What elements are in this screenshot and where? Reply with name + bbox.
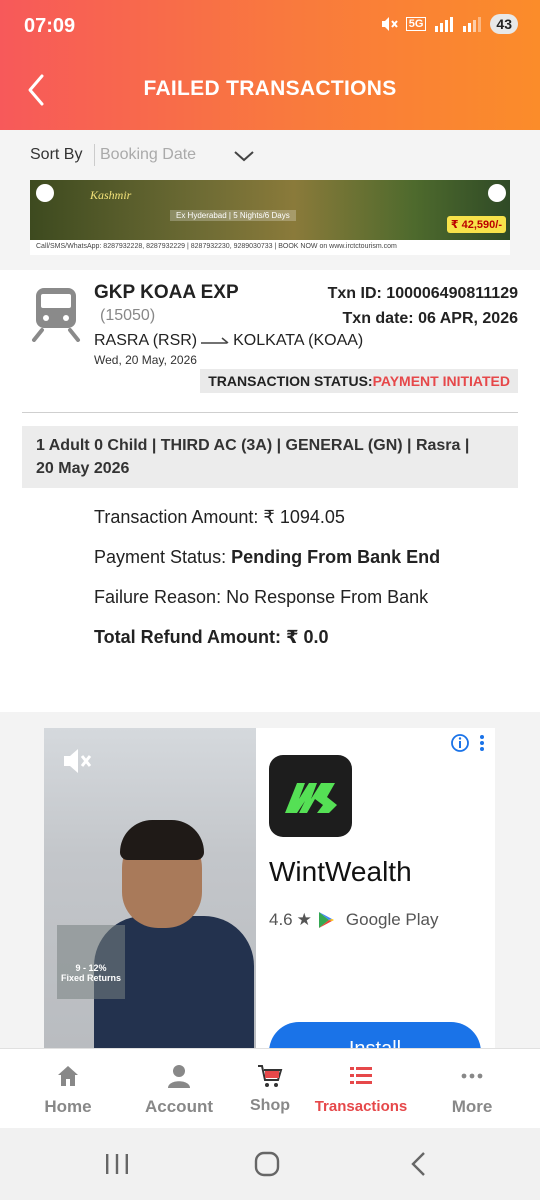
refund-amount-value: ₹ 0.0 <box>285 627 329 647</box>
more-dots-icon <box>461 1073 483 1079</box>
ad-info-icon[interactable] <box>451 734 469 752</box>
status-value: PAYMENT INITIATED <box>372 373 510 389</box>
system-back-icon[interactable] <box>404 1150 434 1178</box>
banner-brand: Kashmir <box>90 188 132 202</box>
list-icon <box>350 1067 372 1084</box>
star-icon: ★ <box>296 910 312 929</box>
passenger-summary: 1 Adult 0 Child | THIRD AC (3A) | GENERA… <box>22 426 518 488</box>
failure-reason-value: No Response From Bank <box>226 587 429 607</box>
failure-reason-row: Failure Reason: No Response From Bank <box>94 587 428 608</box>
partner-logo <box>488 184 506 202</box>
from-station: RASRA (RSR) <box>94 332 198 349</box>
bottom-navigation: Home Account Shop Transactions More <box>0 1048 540 1128</box>
status-icons: 5G 43 <box>380 14 518 34</box>
nav-shop[interactable]: Shop <box>220 1049 320 1129</box>
sort-by-label: Sort By <box>30 146 83 163</box>
arrow-right-icon <box>201 337 229 344</box>
home-button-icon[interactable] <box>252 1150 282 1178</box>
payment-status-row: Payment Status: Pending From Bank End <box>94 547 440 568</box>
sort-dropdown[interactable]: Booking Date <box>100 146 196 164</box>
train-icon <box>32 288 80 342</box>
sort-section: Sort By Booking Date Kashmir Ex Hyderaba… <box>0 130 540 270</box>
nav-home-label: Home <box>44 1097 92 1116</box>
mute-status-icon <box>381 17 398 31</box>
transaction-id: Txn ID: 100006490811129 <box>327 285 518 302</box>
transaction-card[interactable]: GKP KOAA EXP (15050) Txn ID: 10000649081… <box>0 270 540 712</box>
passenger-line-1: 1 Adult 0 Child | THIRD AC (3A) | GENERA… <box>36 437 470 454</box>
presenter-hair <box>120 820 204 860</box>
train-name: GKP KOAA EXP <box>94 282 239 303</box>
google-play-icon <box>318 912 334 928</box>
app-header: FAILED TRANSACTIONS <box>0 52 540 130</box>
cart-icon <box>258 1065 283 1087</box>
failure-reason-label: Failure Reason: <box>94 587 227 607</box>
rating-value: 4.6 <box>269 910 293 929</box>
refund-amount-row: Total Refund Amount: ₹ 0.0 <box>94 627 329 648</box>
transaction-amount-row: Transaction Amount: ₹ 1094.05 <box>94 507 345 528</box>
ad-section: 9 - 12% Fixed Returns WintWealth 4.6 ★ G… <box>0 712 540 1048</box>
banner-subtitle: Ex Hyderabad | 5 Nights/6 Days <box>170 210 296 221</box>
returns-overlay: 9 - 12% Fixed Returns <box>57 925 125 999</box>
system-navigation-bar <box>0 1128 540 1200</box>
journey-date: Wed, 20 May, 2026 <box>94 353 197 367</box>
nav-transactions-label: Transactions <box>314 1098 408 1115</box>
recent-apps-icon[interactable] <box>102 1150 132 1178</box>
ad-app-name: WintWealth <box>269 856 412 887</box>
page-title: FAILED TRANSACTIONS <box>143 77 397 100</box>
banner-footer: Call/SMS/WhatsApp: 8287932228, 828793222… <box>30 240 510 255</box>
status-bar: 07:09 5G 43 <box>0 0 540 52</box>
nav-more-label: More <box>451 1097 493 1116</box>
route: RASRA (RSR) KOLKATA (KOAA) <box>94 332 363 350</box>
tourism-logo <box>36 184 54 202</box>
clock: 07:09 <box>24 15 76 37</box>
ad-video[interactable]: 9 - 12% Fixed Returns <box>44 728 256 1048</box>
to-station: KOLKATA (KOAA) <box>233 332 364 349</box>
network-type-label: 5G <box>405 17 427 31</box>
payment-status-label: Payment Status: <box>94 547 232 567</box>
nav-account[interactable]: Account <box>129 1049 229 1129</box>
payment-status-value: Pending From Bank End <box>231 547 441 567</box>
ad-more-options-icon[interactable] <box>477 734 487 752</box>
nav-account-label: Account <box>145 1097 213 1116</box>
transaction-status-badge: TRANSACTION STATUS:PAYMENT INITIATED <box>200 369 518 393</box>
chevron-down-icon[interactable] <box>232 148 256 164</box>
sort-divider <box>94 144 95 166</box>
returns-caption: Fixed Returns <box>60 973 121 983</box>
banner-price: ₹ 42,590/- <box>446 216 506 233</box>
train-number: (15050) <box>100 307 156 324</box>
signal-icon <box>435 17 454 32</box>
battery-indicator: 43 <box>490 14 518 34</box>
nav-shop-label: Shop <box>250 1097 290 1114</box>
signal-icon-2 <box>463 17 482 32</box>
nav-home[interactable]: Home <box>18 1049 118 1129</box>
mute-icon[interactable] <box>60 744 94 778</box>
returns-rate: 9 - 12% <box>75 963 107 973</box>
divider <box>22 412 518 413</box>
home-icon <box>58 1066 78 1086</box>
transaction-amount-label: Transaction Amount: <box>94 507 264 527</box>
promo-banner[interactable]: Kashmir Ex Hyderabad | 5 Nights/6 Days ₹… <box>30 180 510 255</box>
account-icon <box>168 1065 190 1088</box>
nav-more[interactable]: More <box>422 1049 522 1129</box>
app-rating: 4.6 ★ Google Play <box>269 910 439 930</box>
transaction-date: Txn date: 06 APR, 2026 <box>342 310 518 327</box>
passenger-line-2: 20 May 2026 <box>36 460 130 477</box>
wintwealth-mark-icon <box>285 783 337 813</box>
install-button[interactable]: Install <box>269 1022 481 1048</box>
wintwealth-logo <box>269 755 352 837</box>
refund-amount-label: Total Refund Amount: <box>94 627 286 647</box>
nav-transactions[interactable]: Transactions <box>311 1049 411 1129</box>
transaction-amount-value: ₹ 1094.05 <box>263 507 345 527</box>
store-name: Google Play <box>345 910 439 929</box>
status-label: TRANSACTION STATUS: <box>208 373 373 389</box>
app-install-ad[interactable]: 9 - 12% Fixed Returns WintWealth 4.6 ★ G… <box>44 728 495 1048</box>
